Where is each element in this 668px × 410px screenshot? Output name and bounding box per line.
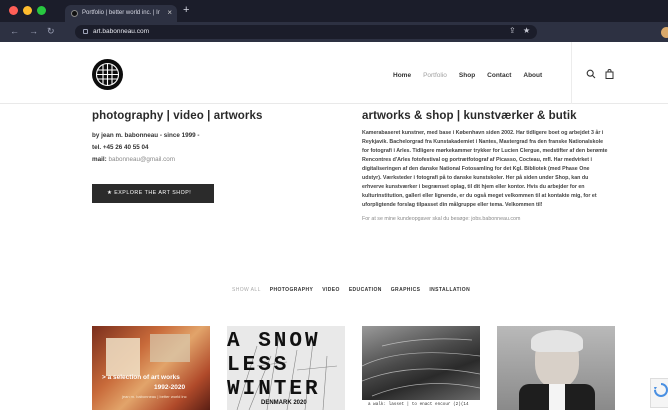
- about-section: artworks & shop | kunstværker & butik Ka…: [362, 110, 610, 222]
- nav-about[interactable]: About: [523, 72, 542, 79]
- new-tab-button[interactable]: +: [183, 4, 189, 16]
- jobs-link[interactable]: For at se mine kundeopgaver skal du besø…: [362, 216, 610, 222]
- search-icon[interactable]: [586, 69, 596, 79]
- window-maximize-button[interactable]: [37, 6, 46, 15]
- intro-heading: photography | video | artworks: [92, 110, 263, 122]
- browser-toolbar: ← → ↻ art.babonneau.com ⇪ ★: [0, 22, 668, 42]
- header-divider: [571, 42, 572, 104]
- byline: by jean m. babonneau - since 1999 -: [92, 132, 200, 139]
- portfolio-thumb-art-selection[interactable]: > a selection of art works 1992-2020 jea…: [92, 326, 210, 410]
- site-header: Home Portfolio Shop Contact About: [0, 42, 668, 104]
- browser-tab[interactable]: Portfolio | better world inc. | Ir ×: [65, 5, 177, 22]
- thumb-caption-line3: jean m. babonneau | better world inc: [122, 394, 187, 399]
- portfolio-thumb-portrait[interactable]: [497, 326, 615, 410]
- main-navigation: Home Portfolio Shop Contact About: [393, 72, 554, 79]
- bookmark-star-icon[interactable]: ★: [523, 26, 530, 35]
- intro-section: photography | video | artworks by jean m…: [92, 110, 332, 203]
- url-text: art.babonneau.com: [93, 28, 150, 35]
- filter-graphics[interactable]: GRAPHICS: [391, 287, 421, 293]
- explore-art-shop-button[interactable]: ★ EXPLORE THE ART SHOP!: [92, 184, 214, 203]
- back-arrow-icon[interactable]: ←: [10, 26, 19, 36]
- portfolio-thumb-snowless-winter[interactable]: A SNOW LESS WINTER DENMARK 2020: [227, 326, 345, 410]
- window-close-button[interactable]: [9, 6, 18, 15]
- recaptcha-badge[interactable]: [650, 378, 668, 408]
- filter-show-all[interactable]: SHOW ALL: [232, 287, 261, 293]
- site-favicon-icon: [71, 10, 78, 17]
- profile-avatar[interactable]: [661, 27, 668, 38]
- phone-number: tel. +45 26 40 55 04: [92, 144, 149, 151]
- filter-photography[interactable]: PHOTOGRAPHY: [270, 287, 313, 293]
- nav-portfolio[interactable]: Portfolio: [423, 72, 447, 79]
- window-minimize-button[interactable]: [23, 6, 32, 15]
- thumb-title-line1: A SNOW: [227, 330, 321, 353]
- shopping-bag-icon[interactable]: [605, 69, 614, 79]
- filter-installation[interactable]: INSTALLATION: [429, 287, 470, 293]
- address-bar[interactable]: art.babonneau.com ⇪ ★: [75, 25, 537, 39]
- browser-tab-strip: Portfolio | better world inc. | Ir × +: [0, 0, 668, 22]
- lock-icon: [83, 29, 88, 34]
- email-link[interactable]: babonneau@gmail.com: [108, 156, 175, 163]
- about-paragraph: Kamerabaseret kunstner, med base i Køben…: [362, 130, 608, 208]
- filter-video[interactable]: VIDEO: [322, 287, 340, 293]
- thumb-title-line3: WINTER: [227, 378, 321, 401]
- nav-home[interactable]: Home: [393, 72, 411, 79]
- portfolio-thumb-walk[interactable]: a walk: lasset | to enact encour (2)(14: [362, 326, 480, 410]
- thumb-caption-line1: > a selection of art works: [102, 374, 180, 381]
- mail-label: mail:: [92, 156, 107, 163]
- portfolio-filters: SHOW ALL PHOTOGRAPHY VIDEO EDUCATION GRA…: [232, 287, 479, 293]
- nav-contact[interactable]: Contact: [487, 72, 511, 79]
- nav-shop[interactable]: Shop: [459, 72, 475, 79]
- thumb-caption: a walk: lasset | to enact encour (2)(14: [368, 402, 469, 407]
- thumb-title-line2: LESS: [227, 354, 290, 377]
- thumb-caption-line2: 1992-2020: [154, 384, 186, 391]
- thumb-subtitle: DENMARK 2020: [261, 400, 307, 406]
- forward-arrow-icon[interactable]: →: [29, 26, 38, 36]
- about-heading: artworks & shop | kunstværker & butik: [362, 110, 577, 122]
- tab-title: Portfolio | better world inc. | Ir: [82, 10, 160, 16]
- share-icon[interactable]: ⇪: [509, 26, 516, 35]
- tab-close-icon[interactable]: ×: [167, 8, 172, 17]
- reload-icon[interactable]: ↻: [47, 26, 55, 37]
- filter-education[interactable]: EDUCATION: [349, 287, 382, 293]
- site-logo[interactable]: [92, 59, 123, 90]
